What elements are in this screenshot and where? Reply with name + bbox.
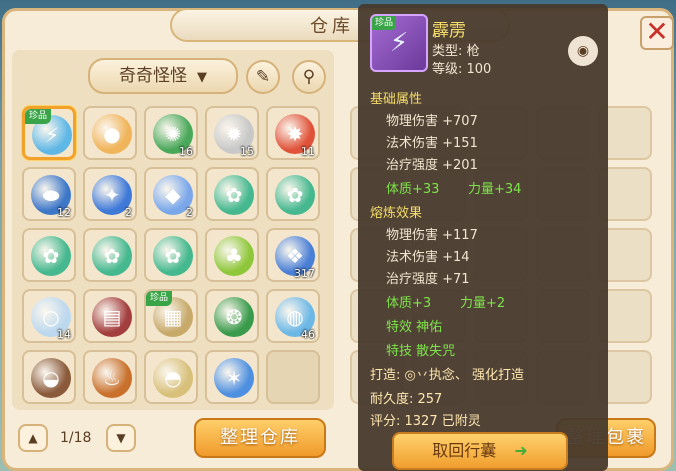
- item-slot[interactable]: ✹ 15: [205, 106, 259, 160]
- rare-tag: 珍品: [146, 291, 172, 306]
- item-quantity: 12: [57, 206, 71, 219]
- item-slot[interactable]: ✿: [22, 228, 76, 282]
- refine-effect-header: 熔炼效果: [370, 206, 423, 221]
- durability: 耐久度: 257: [370, 392, 443, 407]
- food-plate-icon: ◒: [31, 358, 71, 398]
- page-indicator: 1/18: [60, 430, 92, 446]
- rare-tag: 珍品: [25, 109, 51, 124]
- item-quantity: 2: [125, 206, 132, 219]
- item-quantity: 317: [294, 267, 315, 280]
- bonus-stat: 体质+33: [386, 182, 440, 197]
- item-slot[interactable]: ▤: [83, 289, 137, 343]
- base-stat: 治疗强度 +201: [386, 158, 478, 173]
- item-slot[interactable]: ⬬ 12: [22, 167, 76, 221]
- search-icon: ⚲: [302, 67, 316, 87]
- item-slot[interactable]: ✿: [83, 228, 137, 282]
- item-quantity: 16: [179, 145, 193, 158]
- page-title: 仓库: [310, 16, 354, 37]
- take-back-label: 取回行囊: [432, 441, 497, 460]
- item-slot[interactable]: ◆ 2: [144, 167, 198, 221]
- bonus-stat: 力量+2: [460, 296, 506, 311]
- item-slot[interactable]: ❖ 317: [266, 228, 320, 282]
- bonus-stat: 体质+3: [386, 296, 432, 311]
- chevron-down-icon: ▼: [197, 70, 207, 85]
- item-slot[interactable]: ✿: [144, 228, 198, 282]
- item-quantity: 15: [240, 145, 254, 158]
- refine-stat: 法术伤害 +14: [386, 250, 470, 265]
- spirit-orb-icon: ✿: [153, 236, 193, 276]
- item-quantity: 2: [186, 206, 193, 219]
- item-slot[interactable]: ♨: [83, 350, 137, 404]
- item-slot[interactable]: ✶: [205, 350, 259, 404]
- sprout-pet-icon: ♣: [214, 236, 254, 276]
- item-slot[interactable]: ✿: [205, 167, 259, 221]
- book-icon: ▤: [92, 297, 132, 337]
- rename-button[interactable]: ✎: [246, 60, 280, 94]
- category-filter-dropdown[interactable]: 奇奇怪怪 ▼: [88, 58, 238, 94]
- item-quantity: 14: [57, 328, 71, 341]
- item-slot[interactable]: ⚡ 珍品: [22, 106, 76, 160]
- item-quantity: 11: [301, 145, 315, 158]
- item-slot[interactable]: ◍ 46: [266, 289, 320, 343]
- page-down-button[interactable]: ▼: [106, 424, 136, 452]
- item-slot[interactable]: ✸ 11: [266, 106, 320, 160]
- spirit-orb-icon: ✿: [275, 175, 315, 215]
- base-stat: 物理伤害 +707: [386, 114, 478, 129]
- item-slot[interactable]: ❂: [205, 289, 259, 343]
- base-attributes-header: 基础属性: [370, 92, 423, 107]
- item-slot[interactable]: ●: [83, 106, 137, 160]
- item-slot[interactable]: ✦ 2: [83, 167, 137, 221]
- refine-stat: 治疗强度 +71: [386, 272, 470, 287]
- arrow-right-icon: ➜: [514, 441, 528, 460]
- search-button[interactable]: ⚲: [292, 60, 326, 94]
- base-stat: 法术伤害 +151: [386, 136, 478, 151]
- special-skill: 特技 散失咒: [386, 344, 456, 359]
- rare-tag: 珍品: [372, 16, 396, 30]
- item-slot[interactable]: ○ 14: [22, 289, 76, 343]
- item-name: 霹雳: [432, 21, 466, 41]
- noodle-bowl-icon: ◓: [153, 358, 193, 398]
- item-slot[interactable]: ◒: [22, 350, 76, 404]
- close-icon: ✕: [645, 15, 669, 48]
- item-slot[interactable]: ✿: [266, 167, 320, 221]
- item-level: 等级: 100: [432, 62, 492, 77]
- item-slot[interactable]: ♣: [205, 228, 259, 282]
- item-slot[interactable]: ▦ 珍品: [144, 289, 198, 343]
- close-button[interactable]: ✕: [640, 16, 674, 50]
- pencil-icon: ✎: [255, 67, 271, 87]
- score: 评分: 1327 已附灵: [370, 414, 481, 429]
- refine-stat: 物理伤害 +117: [386, 228, 478, 243]
- bonus-stat: 力量+34: [468, 182, 522, 197]
- organize-warehouse-button[interactable]: 整理仓库: [194, 418, 326, 458]
- spear-icon: ⚡ 珍品: [370, 14, 428, 72]
- roast-chicken-icon: ♨: [92, 358, 132, 398]
- chevron-up-icon: ▲: [28, 431, 38, 445]
- spirit-orb-icon: ✿: [214, 175, 254, 215]
- item-slot[interactable]: ✺ 16: [144, 106, 198, 160]
- eye-icon: ◉: [576, 43, 590, 59]
- item-tooltip: ⚡ 珍品 霹雳 类型: 枪 等级: 100 ◉ 基础属性 物理伤害 +707 法术…: [358, 4, 608, 471]
- page-up-button[interactable]: ▲: [18, 424, 48, 452]
- take-back-to-bag-button[interactable]: 取回行囊 ➜: [392, 432, 568, 470]
- item-slot[interactable]: ◓: [144, 350, 198, 404]
- item-quantity: 46: [301, 328, 315, 341]
- special-effect: 特效 神佑: [386, 320, 443, 335]
- spirit-orb-icon: ✿: [31, 236, 71, 276]
- jade-token-icon: ❂: [214, 297, 254, 337]
- filter-label: 奇奇怪怪: [119, 66, 187, 86]
- ice-star-icon: ✶: [214, 358, 254, 398]
- chevron-down-icon: ▼: [116, 431, 126, 445]
- empty-slot[interactable]: [266, 350, 320, 404]
- preview-button[interactable]: ◉: [568, 36, 598, 66]
- item-type: 类型: 枪: [432, 44, 480, 59]
- forge-info: 打造: ◎丷执念、 强化打造: [370, 368, 524, 383]
- spirit-orb-icon: ✿: [92, 236, 132, 276]
- orb-icon: ●: [92, 114, 132, 154]
